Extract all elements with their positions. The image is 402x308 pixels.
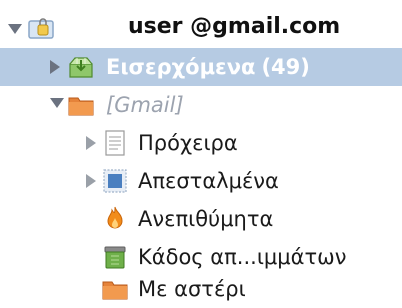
trash-icon	[104, 246, 126, 269]
account-row[interactable]: user @gmail.com	[0, 8, 402, 46]
folder-icon	[68, 97, 94, 116]
account-mailbox-icon	[28, 18, 54, 39]
drafts-label: Πρόχειρα	[138, 131, 238, 155]
drafts-icon	[105, 130, 125, 156]
trash-label: Κάδος απ...ιμμάτων	[138, 245, 347, 269]
inbox-icon	[69, 57, 93, 78]
folder-tree: user @gmail.com Εισερχόμενα (49) [Gmail] …	[0, 0, 402, 301]
folder-item-spam[interactable]: Ανεπιθύμητα	[0, 200, 402, 238]
folder-item-drafts[interactable]: Πρόχειρα	[0, 124, 402, 162]
inbox-name: Εισερχόμενα	[106, 55, 256, 79]
folder-item-sent[interactable]: Απεσταλμένα	[0, 162, 402, 200]
expand-arrow-icon[interactable]	[86, 136, 96, 150]
account-label: user @gmail.com	[128, 14, 341, 39]
spam-label: Ανεπιθύμητα	[138, 207, 274, 231]
expand-arrow-icon[interactable]	[50, 60, 60, 74]
inbox-label: Εισερχόμενα (49)	[106, 54, 310, 80]
folder-group-gmail[interactable]: [Gmail]	[0, 86, 402, 124]
starred-label: Με αστέρι	[138, 277, 246, 301]
unread-count: (49)	[261, 55, 310, 79]
sent-label: Απεσταλμένα	[138, 169, 279, 193]
sent-icon	[103, 169, 127, 193]
gmail-group-label: [Gmail]	[106, 93, 184, 117]
folder-item-inbox[interactable]: Εισερχόμενα (49)	[0, 48, 402, 86]
folder-icon	[102, 281, 128, 300]
expand-arrow-icon[interactable]	[50, 98, 64, 108]
expand-arrow-icon[interactable]	[86, 174, 96, 188]
folder-item-starred[interactable]: Με αστέρι	[0, 270, 402, 308]
spam-flame-icon	[107, 206, 123, 229]
expand-arrow-icon[interactable]	[8, 24, 22, 34]
